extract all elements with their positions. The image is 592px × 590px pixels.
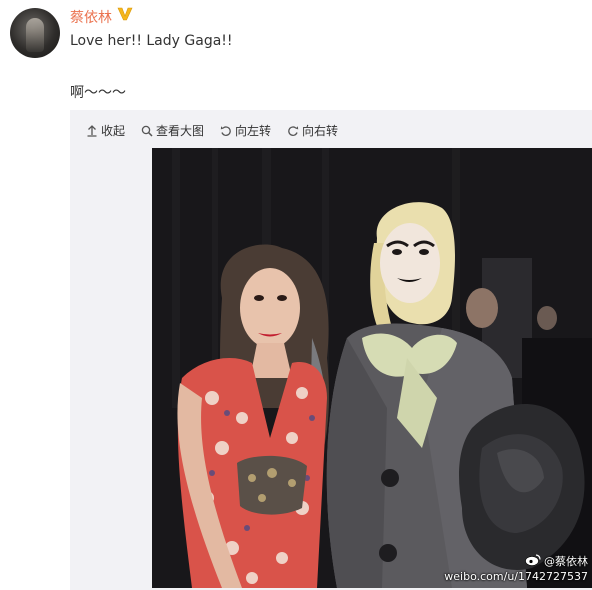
photo-illustration	[152, 148, 592, 588]
collapse-button[interactable]: 收起	[86, 122, 125, 139]
post-text: Love her!! Lady Gaga!!	[70, 33, 233, 49]
view-large-button[interactable]: 查看大图	[141, 122, 204, 139]
post-photo[interactable]: @蔡依林 weibo.com/u/1742727537	[152, 148, 592, 588]
rotate-left-icon	[220, 125, 232, 137]
magnifier-icon	[141, 125, 153, 137]
rotate-left-button[interactable]: 向左转	[220, 122, 271, 139]
watermark-url: weibo.com/u/1742727537	[444, 570, 588, 583]
avatar[interactable]	[10, 8, 60, 58]
media-toolbar: 收起 查看大图 向左转 向右转	[86, 122, 338, 139]
rotate-right-label: 向右转	[302, 124, 339, 138]
rotate-right-button[interactable]: 向右转	[287, 122, 338, 139]
verified-v-icon	[117, 6, 133, 22]
weibo-watermark: @蔡依林 weibo.com/u/1742727537	[444, 554, 588, 584]
collapse-label: 收起	[101, 124, 126, 138]
weibo-logo-icon	[525, 554, 541, 570]
watermark-handle: @蔡依林	[544, 555, 588, 568]
arrow-up-icon	[86, 124, 98, 137]
post-text-line2: 啊～～～	[70, 85, 126, 101]
rotate-left-label: 向左转	[235, 124, 272, 138]
username-link[interactable]: 蔡依林	[70, 7, 112, 27]
rotate-right-icon	[287, 125, 299, 137]
view-large-label: 查看大图	[156, 124, 205, 138]
media-expanded-panel: 收起 查看大图 向左转 向右转 @蔡依林 weibo.com/u/1742727…	[70, 110, 592, 590]
